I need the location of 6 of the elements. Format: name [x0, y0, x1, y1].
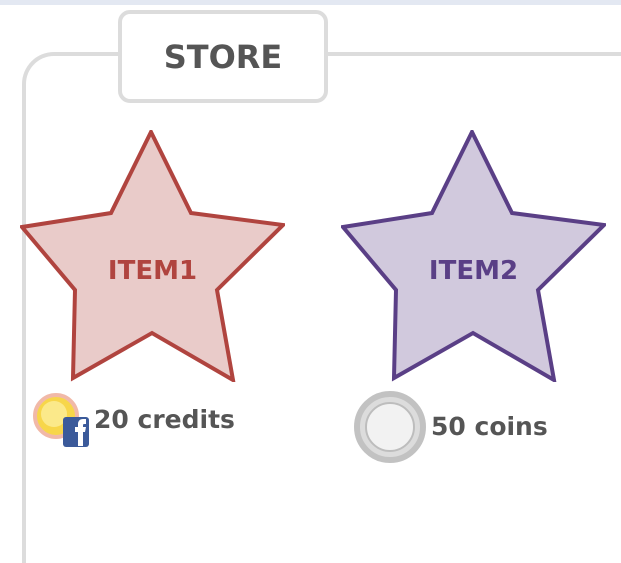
- coin-with-badge-icon: [32, 390, 90, 450]
- item-name: ITEM2: [428, 256, 518, 286]
- item-price: 50 coins: [431, 411, 548, 444]
- item-name: ITEM1: [108, 256, 198, 286]
- item-price: 20 credits: [94, 404, 235, 436]
- store-title: STORE: [118, 10, 328, 103]
